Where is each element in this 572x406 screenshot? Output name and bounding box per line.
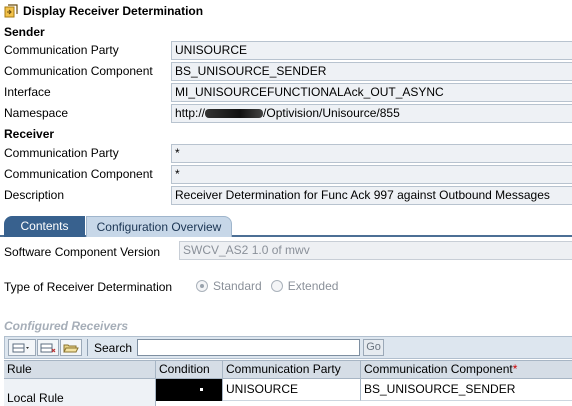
go-button[interactable]: Go	[363, 339, 385, 356]
delete-row-button[interactable]	[37, 339, 59, 356]
sender-party-row: Communication Party UNISOURCE	[0, 41, 572, 60]
redaction-mark	[205, 109, 264, 119]
sender-party-field[interactable]: UNISOURCE	[171, 41, 572, 60]
window-title: Display Receiver Determination	[23, 4, 204, 18]
receiver-component-field[interactable]: *	[171, 165, 572, 184]
sender-party-label: Communication Party	[4, 43, 119, 57]
column-header-component-label: Communication Component	[364, 362, 513, 376]
receivers-table: Rule Condition Communication Party Commu…	[4, 360, 572, 406]
standard-radio-label: Standard	[213, 279, 262, 293]
table-header: Rule Condition Communication Party Commu…	[4, 360, 572, 379]
component-cell[interactable]: BS_UNISOURCE_SENDER	[361, 379, 572, 401]
namespace-prefix: http://	[175, 106, 206, 120]
sender-component-label: Communication Component	[4, 64, 153, 78]
software-component-version-label: Software Component Version	[4, 245, 161, 259]
search-label: Search	[94, 340, 133, 355]
condition-cell[interactable]	[156, 379, 223, 401]
namespace-suffix: /Optivision/Unisource/855	[263, 106, 400, 120]
sender-component-field[interactable]: BS_UNISOURCE_SENDER	[171, 62, 572, 81]
receiver-component-row: Communication Component *	[0, 165, 572, 184]
tab-contents[interactable]: Contents	[4, 216, 85, 237]
receiver-description-row: Description Receiver Determination for F…	[0, 186, 572, 205]
rule-cell[interactable]: Local Rule	[4, 379, 156, 406]
sender-namespace-label: Namespace	[4, 106, 69, 120]
insert-row-icon	[12, 343, 29, 352]
sender-interface-label: Interface	[4, 85, 51, 99]
receiver-party-field[interactable]: *	[171, 144, 572, 163]
receiver-component-label: Communication Component	[4, 167, 153, 181]
required-marker: *	[512, 362, 518, 376]
extended-radio[interactable]	[270, 280, 283, 292]
receivers-toolbar: Search Go	[4, 336, 572, 359]
tab-configuration-overview[interactable]: Configuration Overview	[86, 216, 232, 237]
sender-component-row: Communication Component BS_UNISOURCE_SEN…	[0, 62, 572, 81]
receiver-party-row: Communication Party *	[0, 144, 572, 163]
receiver-party-label: Communication Party	[4, 146, 119, 160]
sender-heading: Sender	[4, 25, 45, 39]
delete-row-icon	[40, 343, 56, 352]
standard-radio[interactable]	[196, 280, 208, 292]
sender-namespace-row: Namespace http:// /Optivision/Unisource/8…	[0, 104, 572, 123]
sender-interface-field[interactable]: MI_UNISOURCEFUNCTIONALAck_OUT_ASYNC	[171, 83, 572, 102]
receiver-description-field[interactable]: Receiver Determination for Func Ack 997 …	[171, 186, 572, 205]
column-header-condition[interactable]: Condition	[156, 361, 223, 378]
open-folder-button[interactable]	[60, 339, 82, 356]
receiver-heading: Receiver	[4, 127, 55, 141]
table-row[interactable]: Local Rule UNISOURCE BS_UNISOURCE_SENDER	[4, 379, 572, 406]
insert-row-button[interactable]	[8, 339, 36, 356]
receiver-description-label: Description	[4, 188, 65, 202]
software-component-version-field[interactable]: SWCV_AS2 1.0 of mwv	[179, 241, 572, 260]
sender-namespace-field[interactable]: http:// /Optivision/Unisource/855	[171, 104, 572, 123]
column-header-rule[interactable]: Rule	[4, 361, 156, 378]
search-input[interactable]	[137, 339, 361, 356]
sender-interface-row: Interface MI_UNISOURCEFUNCTIONALAck_OUT_…	[0, 83, 572, 102]
party-cell[interactable]: UNISOURCE	[223, 379, 361, 401]
receiver-determination-icon	[4, 4, 18, 18]
configured-receivers-heading: Configured Receivers	[4, 319, 129, 333]
column-header-component[interactable]: Communication Component*	[361, 361, 572, 378]
receiver-determination-type-group: Standard Extended	[196, 279, 347, 293]
tab-strip: Contents Configuration Overview	[0, 214, 572, 237]
receiver-determination-type-label: Type of Receiver Determination	[4, 280, 173, 294]
window-title-bar: Display Receiver Determination	[0, 0, 572, 22]
toolbar-separator	[87, 339, 88, 356]
extended-radio-label: Extended	[287, 279, 339, 293]
open-folder-icon	[63, 344, 79, 352]
column-header-party[interactable]: Communication Party	[223, 361, 361, 378]
